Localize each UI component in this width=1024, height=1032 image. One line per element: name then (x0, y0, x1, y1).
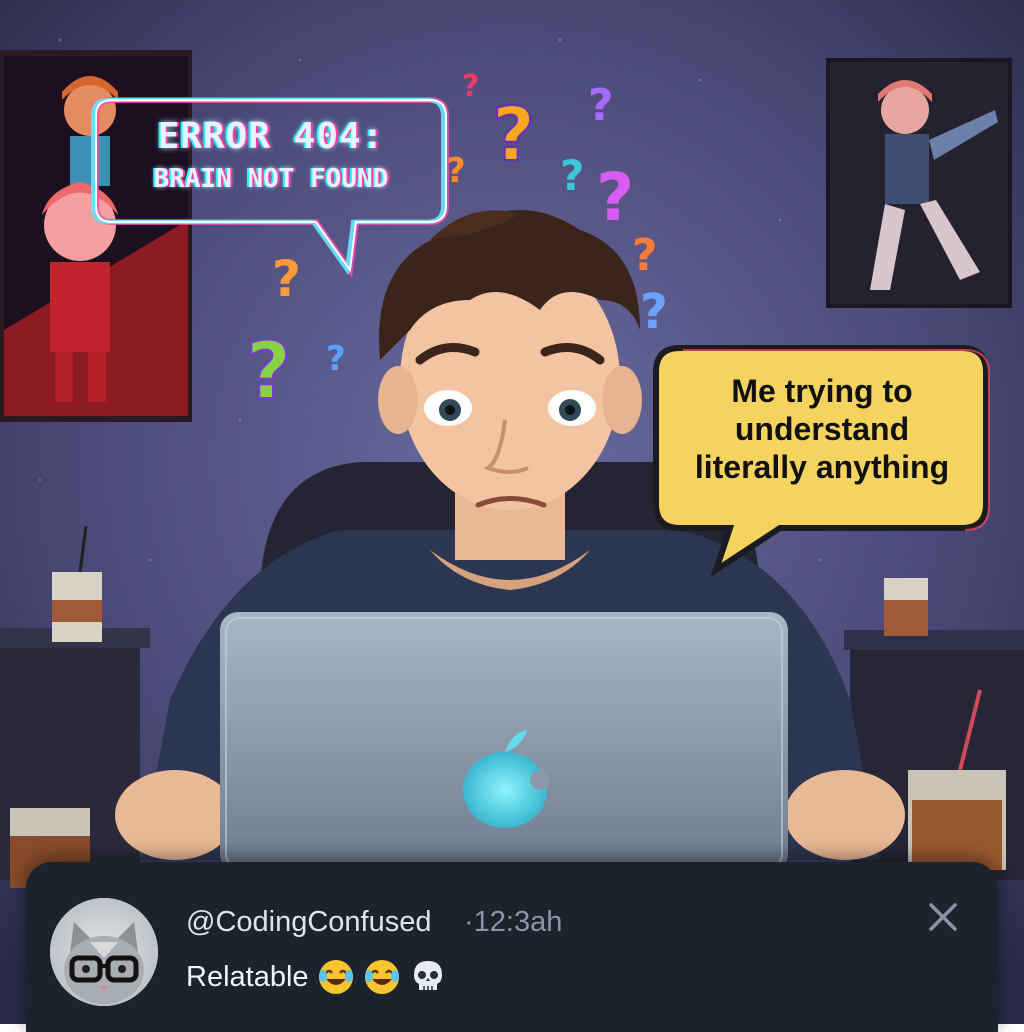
avatar[interactable] (50, 898, 158, 1006)
message-text: Relatable (186, 960, 309, 993)
svg-text:?: ? (596, 159, 634, 236)
caption-speech-bubble: Me trying to understand literally anythi… (658, 346, 986, 530)
right-anime-poster (826, 58, 1012, 308)
svg-text:?: ? (272, 250, 301, 308)
error-speech-bubble: ERROR 404: BRAIN NOT FOUND (96, 98, 446, 224)
svg-text:?: ? (588, 80, 614, 131)
svg-text:?: ? (560, 151, 584, 200)
svg-text:?: ? (326, 339, 346, 379)
caption-text: Me trying to understand literally anythi… (658, 372, 986, 486)
skull-icon (413, 961, 442, 990)
timestamp: ·12:3ah (464, 906, 563, 938)
error-title: ERROR 404: (157, 116, 385, 157)
svg-text:?: ? (246, 327, 291, 417)
error-subtitle: BRAIN NOT FOUND (153, 164, 389, 194)
caption-line-3: literally anything (694, 449, 950, 485)
svg-text:?: ? (492, 92, 535, 178)
laptop (220, 612, 788, 872)
laughing-crying-icon (318, 960, 353, 994)
laughing-crying-icon (364, 960, 399, 994)
close-icon (929, 903, 957, 931)
svg-text:?: ? (640, 284, 668, 340)
caption-line-1: Me trying to (731, 373, 913, 409)
caption-line-2: understand (734, 411, 910, 447)
nerd-cat-avatar-icon (50, 898, 158, 1006)
notification-card[interactable]: @CodingConfused ·12:3ah Relatable (26, 862, 998, 1032)
close-button[interactable] (918, 892, 968, 942)
svg-text:?: ? (462, 69, 479, 104)
username-handle[interactable]: @CodingConfused (186, 906, 431, 939)
notification-message: Relatable (186, 958, 447, 996)
svg-text:?: ? (632, 230, 658, 281)
